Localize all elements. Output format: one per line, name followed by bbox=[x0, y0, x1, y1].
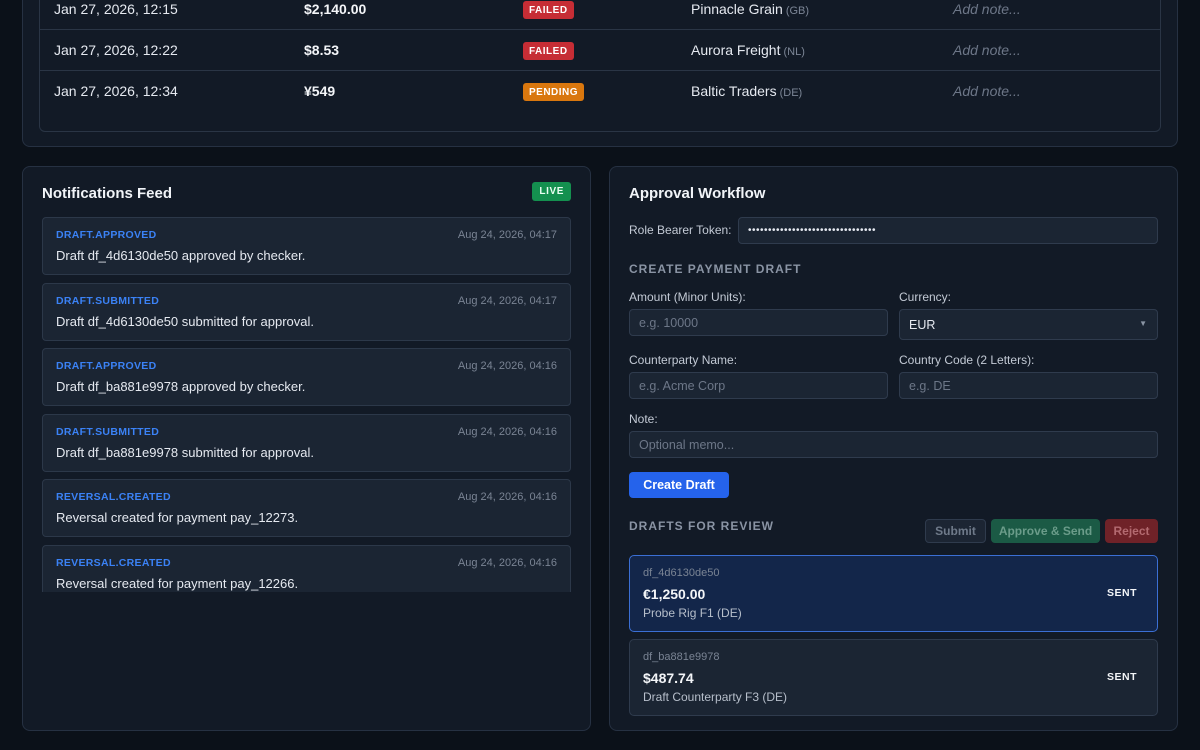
tx-country: (GB) bbox=[785, 5, 810, 17]
list-item: DRAFT.APPROVED Aug 24, 2026, 04:17 Draft… bbox=[42, 217, 571, 275]
tx-counterparty-name: Aurora Freight bbox=[691, 42, 781, 58]
event-time: Aug 24, 2026, 04:16 bbox=[457, 557, 557, 569]
status-badge: FAILED bbox=[523, 0, 574, 19]
draft-amount: $487.74 bbox=[643, 670, 694, 686]
event-time: Aug 24, 2026, 04:17 bbox=[457, 229, 557, 241]
list-item: DRAFT.APPROVED Aug 24, 2026, 04:16 Draft… bbox=[42, 348, 571, 406]
approval-panel: Approval Workflow Role Bearer Token: •••… bbox=[609, 166, 1178, 731]
status-badge-label: FAILED bbox=[523, 41, 574, 60]
draft-status: SENT bbox=[1106, 671, 1137, 683]
note-field[interactable]: Add note... bbox=[953, 83, 1021, 99]
draft-id: df_4d6130de50 bbox=[643, 567, 720, 579]
country-code-label: Country Code (2 Letters): bbox=[899, 353, 1035, 367]
draft-card[interactable]: df_4d6130de50 €1,250.00 Probe Rig F1 (DE… bbox=[629, 555, 1158, 632]
draft-card[interactable]: df_ba881e9978 $487.74 Draft Counterparty… bbox=[629, 639, 1158, 716]
transactions-table: Jan 27, 2026, 12:15 $2,140.00 FAILED Pin… bbox=[39, 0, 1161, 132]
status-badge-label: FAILED bbox=[523, 0, 574, 19]
event-message: Reversal created for payment pay_12266. bbox=[56, 576, 299, 591]
list-item: DRAFT.SUBMITTED Aug 24, 2026, 04:17 Draf… bbox=[42, 283, 571, 341]
submit-button[interactable]: Submit bbox=[925, 519, 986, 543]
event-message: Draft df_4d6130de50 approved by checker. bbox=[56, 248, 306, 263]
list-item: REVERSAL.CREATED Aug 24, 2026, 04:16 Rev… bbox=[42, 479, 571, 537]
status-badge: FAILED bbox=[523, 41, 574, 60]
token-label: Role Bearer Token: bbox=[629, 223, 732, 237]
bearer-token-input[interactable]: •••••••••••••••••••••••••••••••• bbox=[738, 217, 1158, 244]
drafts-review-heading: DRAFTS FOR REVIEW bbox=[629, 519, 774, 533]
notifications-title: Notifications Feed bbox=[42, 185, 173, 202]
draft-counterparty: Draft Counterparty F3 (DE) bbox=[643, 690, 788, 704]
tx-counterparty-name: Pinnacle Grain bbox=[691, 1, 783, 17]
transactions-panel: Jan 27, 2026, 12:15 $2,140.00 FAILED Pin… bbox=[22, 0, 1178, 147]
event-time: Aug 24, 2026, 04:16 bbox=[457, 491, 557, 503]
approval-title: Approval Workflow bbox=[629, 185, 766, 202]
note-label: Note: bbox=[629, 412, 658, 426]
status-badge: PENDING bbox=[523, 82, 585, 101]
event-type: DRAFT.SUBMITTED bbox=[56, 295, 160, 307]
tx-counterparty: Pinnacle Grain (GB) bbox=[691, 1, 809, 17]
notifications-panel: Notifications Feed LIVE DRAFT.APPROVED A… bbox=[22, 166, 591, 731]
create-draft-button[interactable]: Create Draft bbox=[629, 472, 729, 498]
approve-send-button[interactable]: Approve & Send bbox=[991, 519, 1100, 543]
event-type: DRAFT.SUBMITTED bbox=[56, 426, 160, 438]
tx-counterparty-name: Baltic Traders bbox=[691, 83, 777, 99]
currency-label: Currency: bbox=[899, 290, 952, 304]
table-row: Jan 27, 2026, 12:15 $2,140.00 FAILED Pin… bbox=[40, 0, 1160, 29]
amount-label: Amount (Minor Units): bbox=[629, 290, 746, 304]
note-input[interactable]: Optional memo... bbox=[629, 431, 1158, 458]
event-message: Draft df_ba881e9978 submitted for approv… bbox=[56, 445, 315, 460]
reject-button[interactable]: Reject bbox=[1105, 519, 1158, 543]
country-code-input[interactable]: e.g. DE bbox=[899, 372, 1158, 399]
list-item: DRAFT.SUBMITTED Aug 24, 2026, 04:16 Draf… bbox=[42, 414, 571, 472]
draft-id: df_ba881e9978 bbox=[643, 651, 720, 663]
tx-date: Jan 27, 2026, 12:15 bbox=[54, 1, 178, 17]
event-type: REVERSAL.CREATED bbox=[56, 491, 171, 503]
event-message: Draft df_4d6130de50 submitted for approv… bbox=[56, 314, 315, 329]
draft-status: SENT bbox=[1106, 587, 1137, 599]
event-message: Draft df_ba881e9978 approved by checker. bbox=[56, 379, 306, 394]
note-field[interactable]: Add note... bbox=[953, 1, 1021, 17]
tx-date: Jan 27, 2026, 12:22 bbox=[54, 42, 178, 58]
tx-counterparty: Baltic Traders (DE) bbox=[691, 83, 802, 99]
tx-amount: $8.53 bbox=[304, 42, 340, 58]
tx-country: (NL) bbox=[783, 46, 805, 58]
event-type: DRAFT.APPROVED bbox=[56, 360, 157, 372]
chevron-down-icon: ▼ bbox=[1139, 319, 1147, 328]
table-row: Jan 27, 2026, 12:34 ¥549 PENDING Baltic … bbox=[40, 70, 1160, 111]
tx-amount: ¥549 bbox=[304, 83, 336, 99]
currency-value: EUR bbox=[909, 317, 936, 332]
tx-country: (DE) bbox=[779, 87, 803, 99]
status-badge-label: PENDING bbox=[523, 82, 585, 101]
currency-select[interactable]: EUR ▼ bbox=[899, 309, 1158, 340]
event-message: Reversal created for payment pay_12273. bbox=[56, 510, 299, 525]
tx-amount: $2,140.00 bbox=[304, 1, 367, 17]
event-time: Aug 24, 2026, 04:17 bbox=[457, 295, 557, 307]
tx-date: Jan 27, 2026, 12:34 bbox=[54, 83, 178, 99]
draft-amount: €1,250.00 bbox=[643, 586, 706, 602]
event-type: REVERSAL.CREATED bbox=[56, 557, 171, 569]
list-item: REVERSAL.CREATED Aug 24, 2026, 04:16 Rev… bbox=[42, 545, 571, 592]
notifications-feed[interactable]: DRAFT.APPROVED Aug 24, 2026, 04:17 Draft… bbox=[42, 217, 571, 592]
draft-counterparty: Probe Rig F1 (DE) bbox=[643, 606, 742, 620]
counterparty-label: Counterparty Name: bbox=[629, 353, 738, 367]
event-time: Aug 24, 2026, 04:16 bbox=[457, 426, 557, 438]
amount-input[interactable]: e.g. 10000 bbox=[629, 309, 888, 336]
create-draft-heading: CREATE PAYMENT DRAFT bbox=[629, 262, 802, 276]
tx-counterparty: Aurora Freight (NL) bbox=[691, 42, 805, 58]
event-time: Aug 24, 2026, 04:16 bbox=[457, 360, 557, 372]
counterparty-input[interactable]: e.g. Acme Corp bbox=[629, 372, 888, 399]
note-field[interactable]: Add note... bbox=[953, 42, 1021, 58]
table-row: Jan 27, 2026, 12:22 $8.53 FAILED Aurora … bbox=[40, 29, 1160, 70]
event-type: DRAFT.APPROVED bbox=[56, 229, 157, 241]
live-badge: LIVE bbox=[532, 182, 571, 201]
